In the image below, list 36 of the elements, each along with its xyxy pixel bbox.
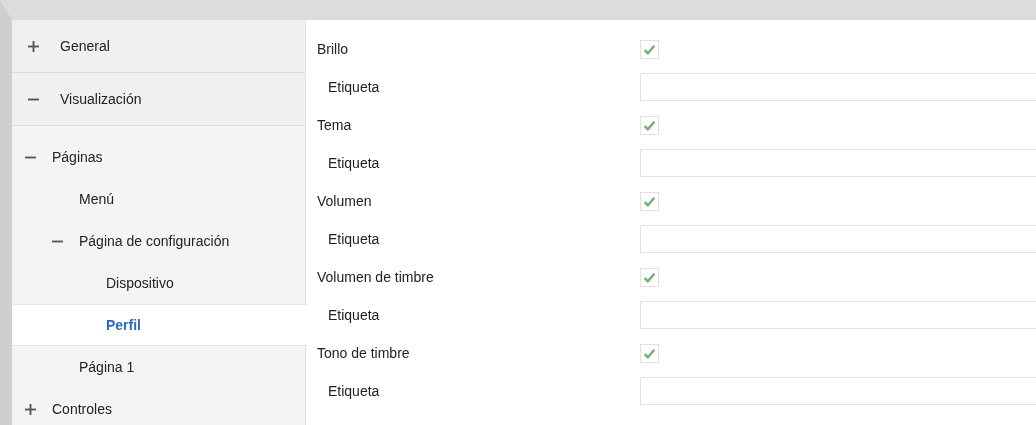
plus-icon [28, 40, 39, 52]
setting-label: Volumen [316, 193, 373, 209]
section-header[interactable]: Visualización [12, 73, 305, 126]
checkmark-icon [643, 42, 656, 56]
tree-item[interactable]: Página de configuración [12, 220, 305, 262]
setting-label: Etiqueta [327, 79, 381, 95]
plus-icon [25, 403, 36, 415]
checkbox[interactable] [640, 343, 659, 363]
checkbox[interactable] [640, 115, 659, 135]
setting-label: Volumen de timbre [316, 269, 435, 285]
tree-item[interactable]: Página 1 [12, 346, 305, 388]
checkmark-icon [643, 194, 656, 208]
tree-item[interactable]: Páginas [12, 136, 305, 178]
tree-item[interactable]: Perfil [12, 304, 308, 346]
input-field[interactable] [640, 73, 1036, 101]
input-field[interactable] [640, 149, 1036, 177]
checkmark-icon [643, 270, 656, 284]
input-field[interactable] [640, 301, 1036, 329]
setting-label: Etiqueta [327, 155, 381, 171]
setting-label: Tema [316, 117, 353, 133]
checkmark-icon [643, 346, 656, 360]
input-field[interactable] [640, 377, 1036, 405]
tree-item[interactable]: Controles [12, 388, 305, 425]
tree-item[interactable]: Dispositivo [12, 262, 305, 304]
setting-label: Tono de timbre [316, 345, 411, 361]
input-field[interactable] [640, 225, 1036, 253]
checkmark-icon [643, 118, 656, 132]
checkbox[interactable] [640, 39, 659, 59]
checkbox[interactable] [640, 191, 659, 211]
setting-label: Etiqueta [327, 307, 381, 323]
setting-label: Brillo [316, 41, 350, 57]
setting-label: Etiqueta [327, 231, 381, 247]
tree-item[interactable]: Menú [12, 178, 305, 220]
setting-label: Etiqueta [327, 383, 381, 399]
checkbox[interactable] [640, 267, 659, 287]
section-header[interactable]: General [12, 20, 305, 73]
